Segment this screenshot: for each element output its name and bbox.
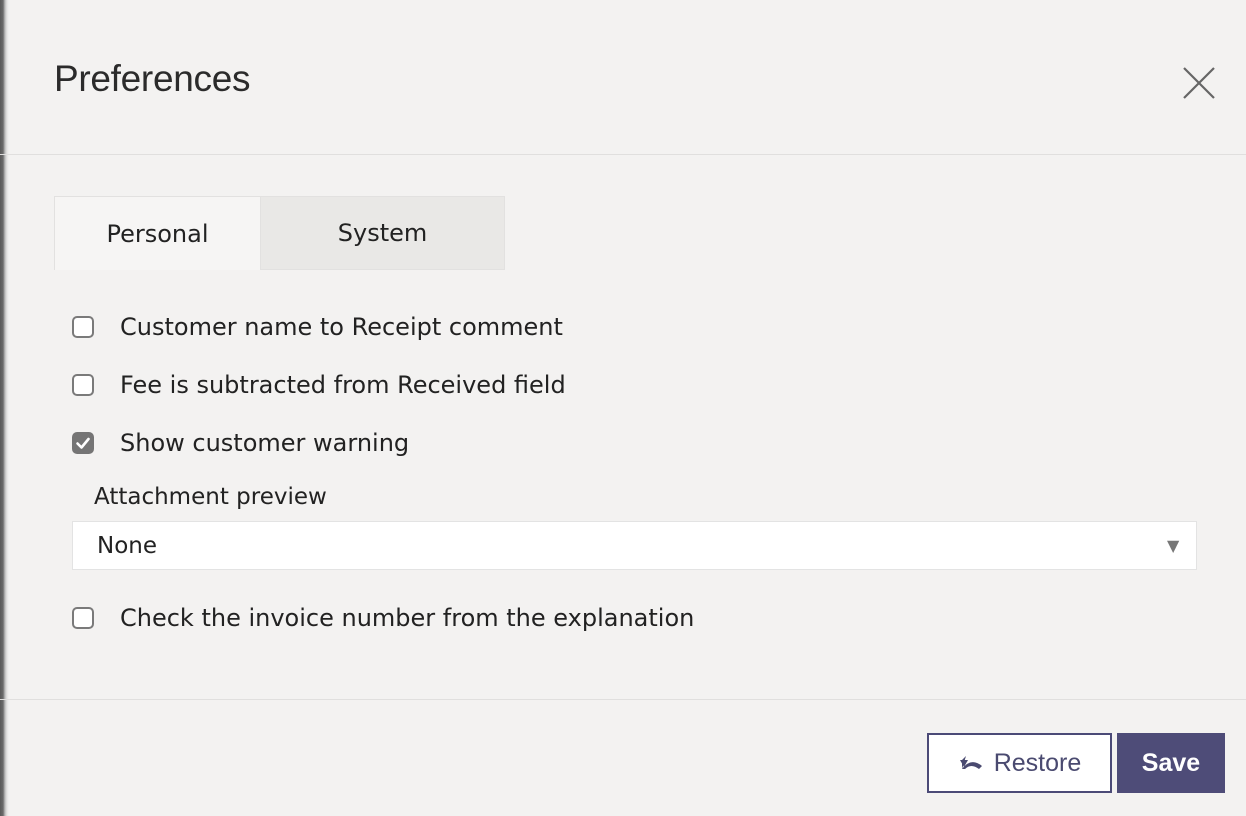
tab-personal[interactable]: Personal — [54, 196, 261, 270]
option-label: Fee is subtracted from Received field — [120, 371, 566, 399]
dialog-header: Preferences — [0, 0, 1246, 155]
option-show-customer-warning[interactable]: Show customer warning — [72, 423, 409, 463]
tab-system[interactable]: System — [261, 196, 505, 270]
close-icon — [1183, 67, 1215, 99]
show-customer-warning-checkbox[interactable] — [72, 432, 94, 454]
save-label: Save — [1141, 748, 1201, 777]
preferences-dialog: Preferences Personal System Customer nam… — [0, 0, 1246, 816]
option-label: Check the invoice number from the explan… — [120, 604, 695, 632]
option-check-invoice-number[interactable]: Check the invoice number from the explan… — [72, 598, 694, 638]
tab-personal-label: Personal — [106, 219, 209, 248]
restore-button[interactable]: Restore — [927, 733, 1112, 793]
restore-label: Restore — [993, 748, 1082, 777]
close-button[interactable] — [1178, 62, 1220, 104]
attachment-preview-select[interactable]: None ▼ — [72, 521, 1197, 570]
option-label: Show customer warning — [120, 429, 410, 457]
tab-system-label: System — [337, 219, 428, 247]
attachment-preview-value: None — [97, 533, 158, 559]
dropdown-arrow-icon: ▼ — [1167, 536, 1180, 555]
option-label: Customer name to Receipt comment — [120, 313, 563, 341]
undo-icon — [959, 756, 982, 769]
customer-name-checkbox[interactable] — [72, 316, 94, 338]
checkmark-icon — [76, 437, 90, 449]
attachment-preview-label: Attachment preview — [94, 484, 327, 510]
check-invoice-number-checkbox[interactable] — [72, 607, 94, 629]
fee-subtracted-checkbox[interactable] — [72, 374, 94, 396]
save-button[interactable]: Save — [1117, 733, 1225, 793]
option-fee-subtracted[interactable]: Fee is subtracted from Received field — [72, 365, 566, 405]
dialog-title: Preferences — [54, 58, 251, 99]
option-customer-name-to-receipt-comment[interactable]: Customer name to Receipt comment — [72, 307, 563, 347]
footer-divider — [0, 699, 1246, 700]
